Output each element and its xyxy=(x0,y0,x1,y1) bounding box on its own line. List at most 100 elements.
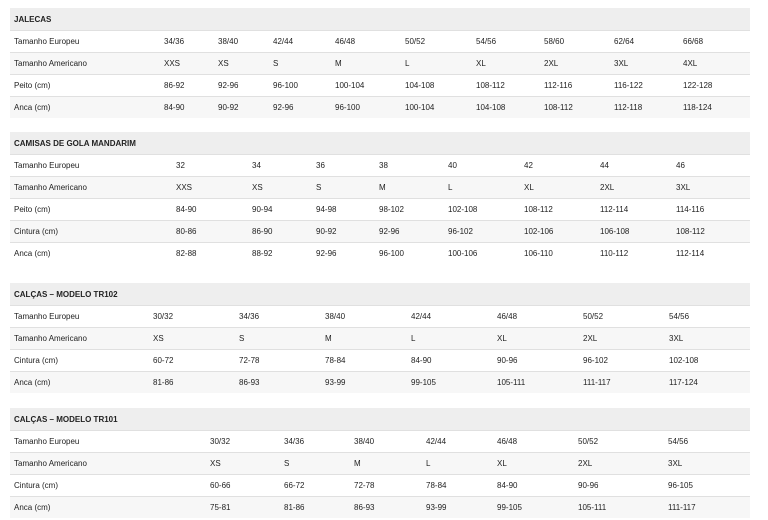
table-cell: 93-99 xyxy=(321,371,407,393)
table-cell: 94-98 xyxy=(312,198,375,221)
table-row: Tamanho Europeu 32 34 36 38 40 42 44 46 xyxy=(10,154,751,177)
table-row: Tamanho Americano XXS XS S M L XL 2XL 3X… xyxy=(10,176,751,199)
table-cell: 38/40 xyxy=(321,305,407,328)
table-row: Tamanho Europeu 30/32 34/36 38/40 42/44 … xyxy=(10,305,751,328)
row-label: Anca (cm) xyxy=(10,96,160,118)
table-cell: 75-81 xyxy=(206,496,280,518)
table-cell: 66-72 xyxy=(280,474,350,497)
row-label: Cintura (cm) xyxy=(10,474,206,497)
table-cell: 42/44 xyxy=(407,305,493,328)
table-cell: 54/56 xyxy=(472,30,540,53)
table-cell: XL xyxy=(520,176,596,199)
table-cell: 34/36 xyxy=(280,430,350,453)
table-cell: 32 xyxy=(172,154,248,177)
table-cell: 86-93 xyxy=(235,371,321,393)
row-label: Tamanho Americano xyxy=(10,176,172,199)
table-cell: 80-86 xyxy=(172,220,248,243)
table-cell: 82-88 xyxy=(172,242,248,264)
table-cell: 4XL xyxy=(679,52,751,75)
table-cell: 105-111 xyxy=(493,371,579,393)
table-cell: 96-102 xyxy=(579,349,665,372)
table-row: Anca (cm) 81-86 86-93 93-99 99-105 105-1… xyxy=(10,371,751,393)
table-cell: 92-96 xyxy=(214,74,269,97)
table-cell: 3XL xyxy=(665,327,751,350)
table-cell: 104-108 xyxy=(401,74,472,97)
table-cell: 96-105 xyxy=(664,474,751,497)
table-cell: 92-96 xyxy=(312,242,375,264)
table-cell: XL xyxy=(493,327,579,350)
row-label: Tamanho Americano xyxy=(10,452,206,475)
table-cell: 100-104 xyxy=(401,96,472,118)
table-row: Anca (cm) 82-88 88-92 92-96 96-100 100-1… xyxy=(10,242,751,264)
row-label: Cintura (cm) xyxy=(10,220,172,243)
table-cell: XXS xyxy=(172,176,248,199)
table-cell: 2XL xyxy=(574,452,664,475)
table-cell: XS xyxy=(206,452,280,475)
table-cell: 122-128 xyxy=(679,74,751,97)
table-cell: 44 xyxy=(596,154,672,177)
table-cell: XL xyxy=(493,452,574,475)
table-cell: 78-84 xyxy=(422,474,493,497)
table-cell: 38/40 xyxy=(214,30,269,53)
table-cell: 106-108 xyxy=(596,220,672,243)
table-cell: L xyxy=(422,452,493,475)
table-cell: 62/64 xyxy=(610,30,679,53)
table-cell: 108-112 xyxy=(540,96,610,118)
table-cell: 112-118 xyxy=(610,96,679,118)
table-cell: 116-122 xyxy=(610,74,679,97)
row-label: Anca (cm) xyxy=(10,371,149,393)
table-cell: M xyxy=(350,452,422,475)
table-cell: 86-90 xyxy=(248,220,312,243)
table-cell: 93-99 xyxy=(422,496,493,518)
table-cell: 84-90 xyxy=(160,96,214,118)
table-row: Tamanho Americano XS S M L XL 2XL 3XL xyxy=(10,327,751,350)
table-cell: 50/52 xyxy=(401,30,472,53)
table-cell: 3XL xyxy=(664,452,751,475)
table-cell: 38/40 xyxy=(350,430,422,453)
size-table-camisas: CAMISAS DE GOLA MANDARIM Tamanho Europeu… xyxy=(10,132,751,264)
table-cell: 100-106 xyxy=(444,242,520,264)
table-title: CAMISAS DE GOLA MANDARIM xyxy=(10,132,751,155)
table-cell: 46 xyxy=(672,154,751,177)
table-cell: L xyxy=(401,52,472,75)
table-cell: 50/52 xyxy=(579,305,665,328)
table-cell: M xyxy=(331,52,401,75)
table-row: Anca (cm) 84-90 90-92 92-96 96-100 100-1… xyxy=(10,96,751,118)
table-cell: 100-104 xyxy=(331,74,401,97)
table-cell: S xyxy=(280,452,350,475)
row-label: Tamanho Europeu xyxy=(10,154,172,177)
table-cell: 96-102 xyxy=(444,220,520,243)
table-row: Cintura (cm) 60-66 66-72 72-78 78-84 84-… xyxy=(10,474,751,497)
table-row: Anca (cm) 75-81 81-86 86-93 93-99 99-105… xyxy=(10,496,751,518)
table-cell: 98-102 xyxy=(375,198,444,221)
row-label: Tamanho Americano xyxy=(10,327,149,350)
table-cell: 30/32 xyxy=(149,305,235,328)
table-cell: 117-124 xyxy=(665,371,751,393)
table-title: CALÇAS – MODELO TR102 xyxy=(10,283,751,306)
table-cell: 78-84 xyxy=(321,349,407,372)
table-row: Tamanho Europeu 30/32 34/36 38/40 42/44 … xyxy=(10,430,751,453)
table-cell: 34/36 xyxy=(160,30,214,53)
table-cell: 72-78 xyxy=(235,349,321,372)
table-cell: 96-100 xyxy=(375,242,444,264)
table-cell: 102-108 xyxy=(444,198,520,221)
table-cell: 84-90 xyxy=(493,474,574,497)
table-cell: 90-92 xyxy=(312,220,375,243)
table-cell: 92-96 xyxy=(375,220,444,243)
table-cell: 54/56 xyxy=(665,305,751,328)
table-cell: 46/48 xyxy=(493,430,574,453)
table-cell: 102-108 xyxy=(665,349,751,372)
table-cell: 3XL xyxy=(672,176,751,199)
table-cell: XS xyxy=(214,52,269,75)
row-label: Cintura (cm) xyxy=(10,349,149,372)
table-cell: 60-72 xyxy=(149,349,235,372)
table-cell: 34/36 xyxy=(235,305,321,328)
table-cell: 118-124 xyxy=(679,96,751,118)
table-cell: 81-86 xyxy=(149,371,235,393)
table-cell: XS xyxy=(248,176,312,199)
table-cell: 54/56 xyxy=(664,430,751,453)
table-cell: 104-108 xyxy=(472,96,540,118)
size-table-calcas-tr102: CALÇAS – MODELO TR102 Tamanho Europeu 30… xyxy=(10,283,751,393)
table-cell: 112-114 xyxy=(596,198,672,221)
table-cell: 114-116 xyxy=(672,198,751,221)
